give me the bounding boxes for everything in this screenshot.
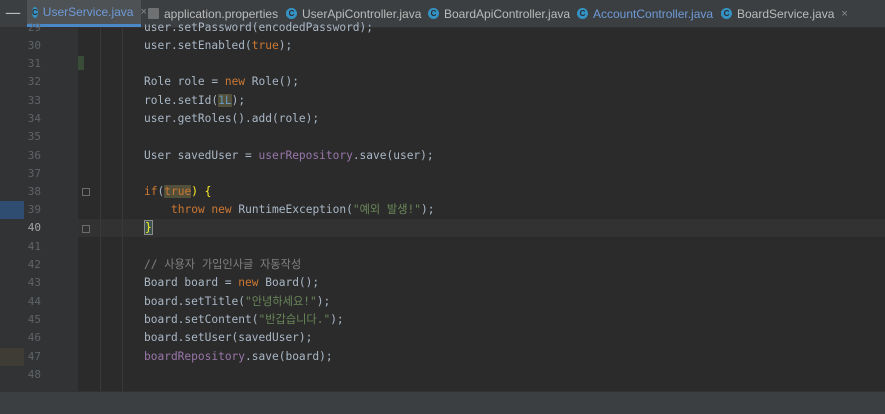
java-class-icon: C [721, 8, 732, 19]
code-line-46[interactable]: board.setUser(savedUser); [144, 329, 312, 347]
code-line-38[interactable]: if(true) { [144, 183, 211, 201]
code-text: board.setUser(savedUser); [144, 331, 313, 344]
line-number: 37 [27, 167, 41, 180]
code-text: board.setTitle( [144, 295, 246, 308]
code-line-40[interactable]: } [144, 219, 153, 237]
fold-icon[interactable] [82, 188, 90, 196]
line-number: 29 [27, 21, 41, 34]
code-text: Board(); [258, 276, 320, 289]
line-number: 35 [27, 130, 41, 143]
line-number: 41 [27, 240, 41, 253]
code-text: .save(board); [245, 350, 333, 363]
line-number: 45 [27, 313, 41, 326]
tab-userservice[interactable]: C UserService.java × [27, 0, 147, 27]
status-bar [0, 391, 885, 414]
code-line-33[interactable]: role.setId(1L); [144, 92, 245, 110]
tab-accountcontroller[interactable]: C AccountController.java × [577, 0, 727, 27]
line-number: 39 [27, 203, 41, 216]
line-number: 36 [27, 149, 41, 162]
code-text: ); [330, 313, 344, 326]
code-text: role.setId( [144, 94, 219, 107]
indent-guide [122, 28, 123, 391]
code-text: Role(); [245, 75, 299, 88]
code-text: ) { [191, 185, 212, 198]
code-text: board.setContent( [144, 313, 259, 326]
line-number: 48 [27, 368, 41, 381]
code-text: ); [231, 94, 246, 107]
code-line-45[interactable]: board.setContent("반갑습니다."); [144, 311, 344, 329]
line-number-current: 40 [27, 221, 41, 234]
line-number: 31 [27, 57, 41, 70]
keyword-throw-new: throw new [171, 203, 232, 216]
line-number: 33 [27, 94, 41, 107]
code-line-44[interactable]: board.setTitle("안녕하세요!"); [144, 293, 330, 311]
code-text: user.setPassword(encodedPassword); [144, 21, 374, 34]
code-line-39[interactable]: throw new RuntimeException("예외 발생!"); [171, 201, 434, 219]
keyword-true: true [164, 185, 192, 198]
code-line-30[interactable]: user.setEnabled(true); [144, 37, 292, 55]
properties-file-icon [148, 8, 159, 19]
line-number: 38 [27, 185, 41, 198]
code-text: user.getRoles().add(role); [144, 112, 320, 125]
code-text: ); [316, 295, 331, 308]
java-class-icon: C [428, 8, 439, 19]
code-text: Role role = [144, 75, 225, 88]
code-line-42[interactable]: // 사용자 가입인사글 자동작성 [144, 256, 301, 274]
tab-label: BoardApiController.java [444, 6, 571, 21]
line-number: 47 [27, 350, 41, 363]
keyword-if: if [144, 185, 158, 198]
line-number: 34 [27, 112, 41, 125]
indent-guide [100, 28, 101, 391]
tab-label: BoardService.java [737, 6, 835, 21]
comment: // 사용자 가입인사글 자동작성 [144, 258, 302, 271]
java-class-icon: C [32, 6, 38, 18]
field-ref: boardRepository [144, 350, 246, 363]
fold-icon[interactable] [82, 225, 90, 233]
code-line-34[interactable]: user.getRoles().add(role); [144, 110, 319, 128]
line-number: 43 [27, 276, 41, 289]
line-number: 32 [27, 75, 41, 88]
code-line-47[interactable]: boardRepository.save(board); [144, 348, 333, 366]
matched-brace: } [144, 220, 153, 235]
keyword-new: new [224, 75, 246, 88]
tab-boardservice[interactable]: C BoardService.java × [721, 0, 848, 27]
code-text: RuntimeException( [231, 203, 353, 216]
java-class-icon: C [577, 8, 588, 19]
keyword-new: new [238, 276, 259, 289]
editor-tab-bar: — C UserService.java × application.prope… [0, 0, 885, 28]
line-number: 42 [27, 258, 41, 271]
code-text: ); [421, 203, 435, 216]
vcs-change-marker [78, 56, 84, 70]
code-line-32[interactable]: Role role = new Role(); [144, 73, 299, 91]
code-text: .save(user); [352, 149, 434, 162]
current-line-highlight [78, 219, 885, 237]
keyword-true: true [251, 39, 279, 52]
tab-label: UserService.java [42, 5, 134, 19]
code-text: Board board = [144, 276, 239, 289]
tab-boardapicontroller[interactable]: C BoardApiController.java × [428, 0, 584, 27]
close-tab-icon[interactable]: × [841, 8, 847, 20]
code-text: ); [278, 39, 293, 52]
code-text: user.setEnabled( [144, 39, 252, 52]
tab-label: AccountController.java [593, 6, 714, 21]
number-literal: 1L [218, 94, 232, 107]
line-number: 46 [27, 331, 41, 344]
code-line-43[interactable]: Board board = new Board(); [144, 274, 319, 292]
java-class-icon: C [286, 8, 297, 19]
string-literal: "안녕하세요!" [245, 295, 317, 308]
line-number: 44 [27, 295, 41, 308]
code-text: User savedUser = [144, 149, 259, 162]
code-line-29[interactable]: user.setPassword(encodedPassword); [144, 19, 373, 37]
line-number: 30 [27, 39, 41, 52]
string-literal: "반갑습니다." [258, 313, 331, 326]
string-literal: "예외 발생!" [352, 203, 421, 216]
field-ref: userRepository [258, 149, 353, 162]
code-line-36[interactable]: User savedUser = userRepository.save(use… [144, 147, 434, 165]
